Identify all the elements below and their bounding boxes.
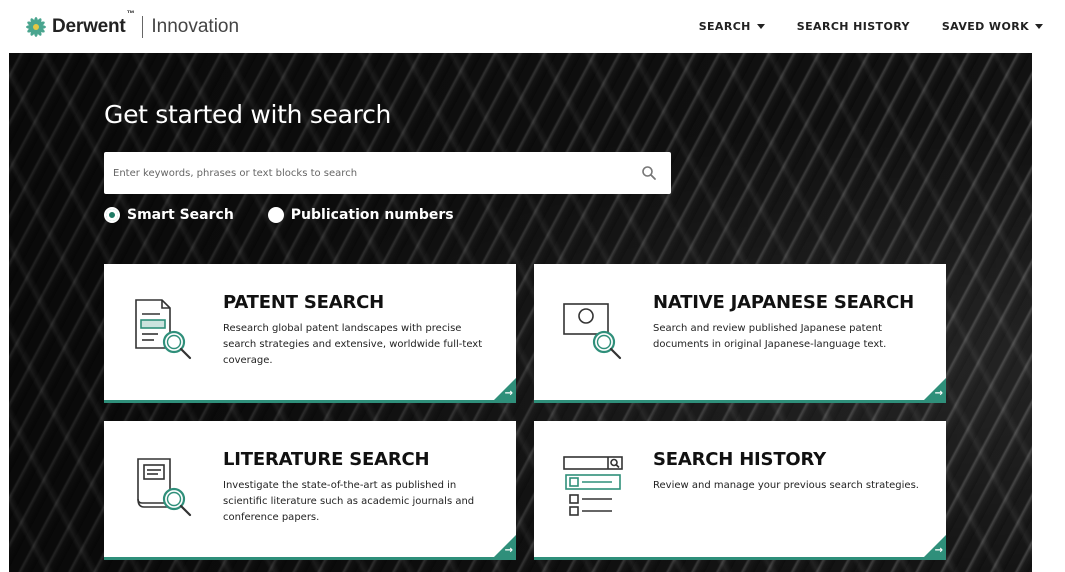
card-native-japanese-search[interactable]: NATIVE JAPANESE SEARCH Search and review… <box>534 264 946 403</box>
radio-unchecked-icon <box>267 207 284 223</box>
hero-title: Get started with search <box>104 100 392 129</box>
card-title: PATENT SEARCH <box>223 292 384 313</box>
card-search-history[interactable]: SEARCH HISTORY Review and manage your pr… <box>534 421 946 560</box>
radio-smart-search[interactable]: Smart Search <box>104 207 234 223</box>
card-patent-search[interactable]: PATENT SEARCH Research global patent lan… <box>104 264 516 403</box>
nav-search-history[interactable]: SEARCH HISTORY <box>797 20 910 33</box>
search-mode-radio-group: Smart Search Publication numbers <box>104 207 488 223</box>
top-header: Derwent™ Innovation SEARCH SEARCH HISTOR… <box>0 0 1065 53</box>
logo-product-name: Innovation <box>151 16 240 37</box>
derwent-logo[interactable]: Derwent™ Innovation <box>25 9 240 40</box>
japanese-flag-magnifier-icon <box>563 303 622 360</box>
card-title: SEARCH HISTORY <box>653 449 827 470</box>
nav-saved-work-label: SAVED WORK <box>941 20 1029 33</box>
radio-publication-numbers[interactable]: Publication numbers <box>267 207 454 223</box>
search-input[interactable] <box>104 152 633 194</box>
search-history-list-icon <box>563 456 623 516</box>
card-description: Review and manage your previous search s… <box>653 480 919 491</box>
search-bar <box>104 152 671 194</box>
nav-search-menu[interactable]: SEARCH <box>699 20 765 33</box>
card-description: Investigate the state-of-the-art as publ… <box>223 480 475 523</box>
radio-smart-search-label: Smart Search <box>127 207 234 223</box>
chevron-down-icon <box>756 24 765 29</box>
main-nav: SEARCH SEARCH HISTORY SAVED WORK <box>667 0 1043 53</box>
card-literature-search[interactable]: LITERATURE SEARCH Investigate the state-… <box>104 421 516 560</box>
card-title: LITERATURE SEARCH <box>223 449 430 470</box>
nav-search-history-label: SEARCH HISTORY <box>796 20 910 33</box>
book-magnifier-icon <box>137 458 192 517</box>
radio-checked-icon <box>104 207 120 223</box>
radio-publication-numbers-label: Publication numbers <box>290 207 454 223</box>
derwent-logo-icon <box>26 17 46 37</box>
card-description: Search and review published Japanese pat… <box>653 323 887 350</box>
card-title: NATIVE JAPANESE SEARCH <box>653 292 914 313</box>
arrow-right-icon: → <box>934 388 943 399</box>
nav-search-label: SEARCH <box>698 20 751 33</box>
patent-document-magnifier-icon <box>135 299 192 360</box>
hero-section: Get started with search Smart Search Pub… <box>9 53 1032 572</box>
arrow-right-icon: → <box>504 545 513 556</box>
chevron-down-icon <box>1035 24 1043 29</box>
card-description: Research global patent landscapes with p… <box>223 323 483 366</box>
search-icon[interactable] <box>641 165 657 181</box>
nav-saved-work-menu[interactable]: SAVED WORK <box>942 20 1043 33</box>
arrow-right-icon: → <box>504 388 513 399</box>
logo-divider <box>142 16 144 38</box>
arrow-right-icon: → <box>934 545 943 556</box>
logo-brand-name: Derwent™ <box>52 9 135 37</box>
